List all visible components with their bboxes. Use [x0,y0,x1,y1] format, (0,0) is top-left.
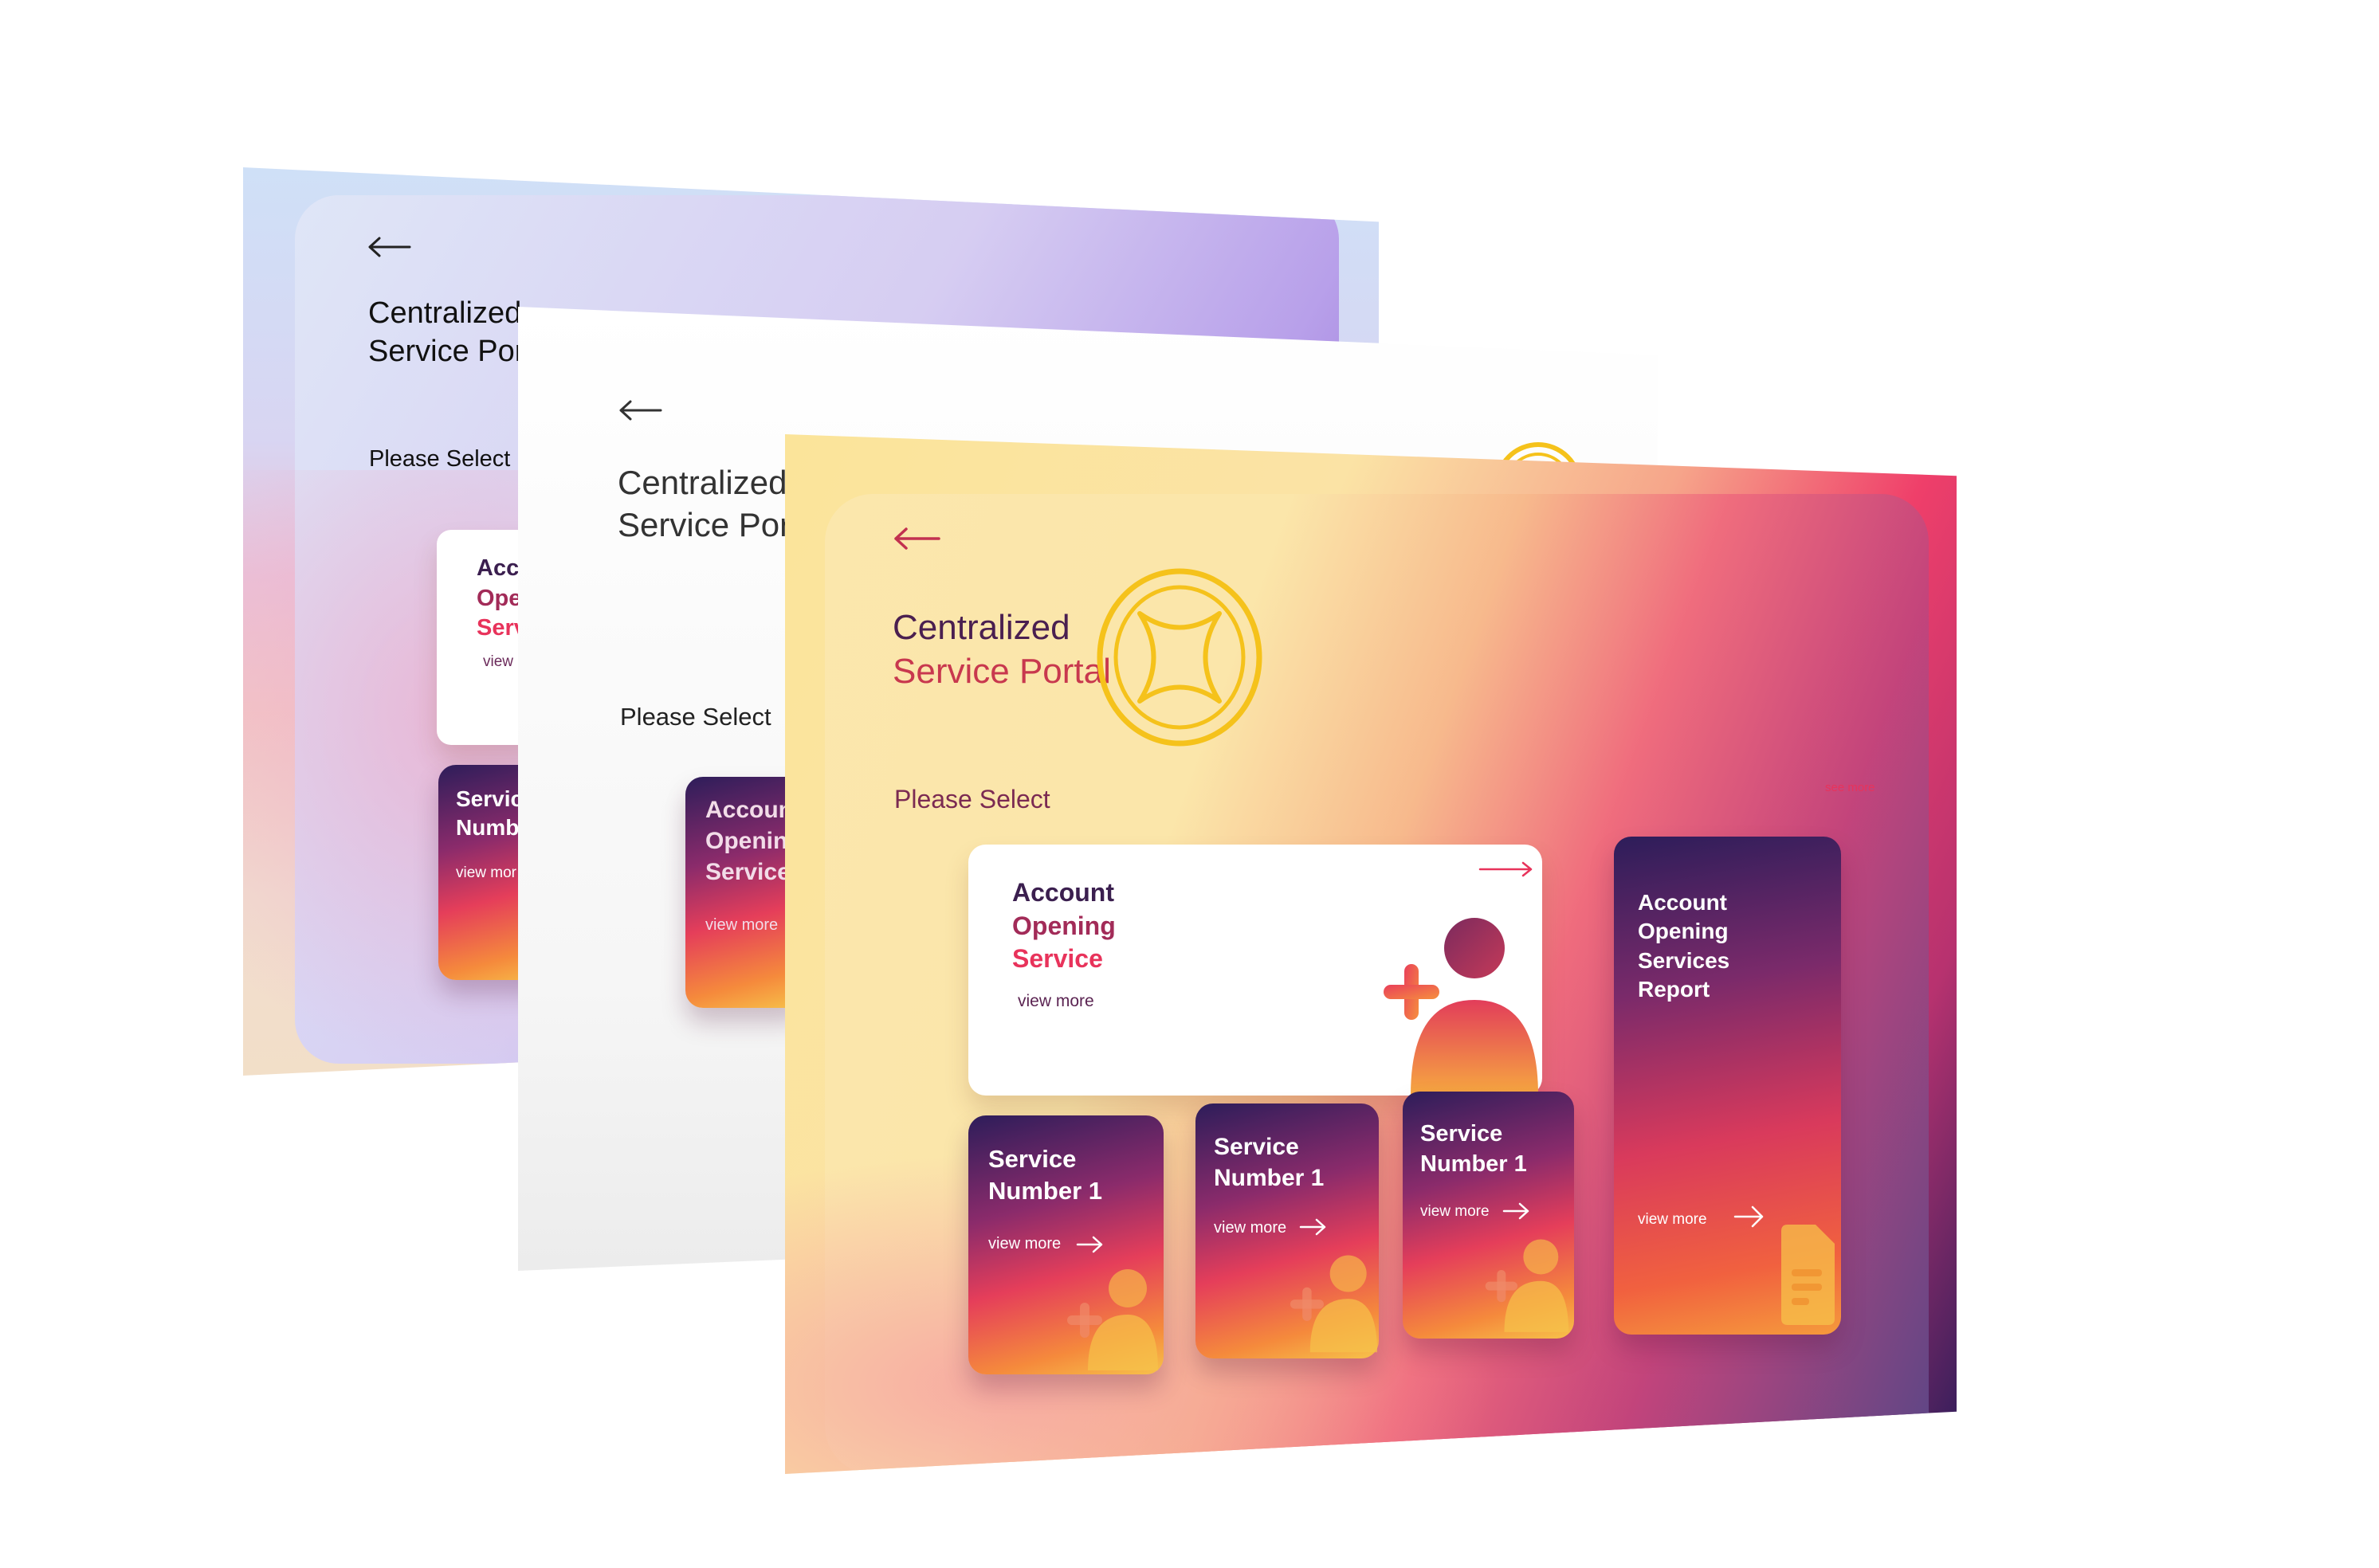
service-card[interactable]: Service Number 1 view more [968,1115,1164,1374]
card-line-2: Number 1 [988,1177,1102,1205]
page-title: Centralized Service Port [368,295,533,370]
card-line-2: Number 1 [1214,1165,1325,1191]
please-select-label: Please Select [369,446,511,472]
arrow-right-icon[interactable] [1478,860,1534,878]
card-line-1: Service [1420,1121,1503,1147]
arrow-right-icon[interactable] [1076,1235,1105,1254]
card-line-3: Service [705,859,791,885]
featured-card-title: Accoun Openin Service [705,794,793,888]
card-line-1: Accoun [705,797,794,823]
card-line-2: Numb [456,815,520,841]
view-more-link[interactable]: view more [1420,1203,1490,1221]
page-title: Centralized Service Portal [893,606,1111,693]
title-line-2: Service Port [368,334,533,368]
add-user-icon [1067,1269,1158,1370]
service-card[interactable]: Service Number 1 view more [1403,1092,1574,1339]
report-card-title: Account Opening Services Report [1638,888,1729,1005]
add-user-icon [1485,1239,1569,1332]
card-line-3: Services [1638,947,1730,973]
card-line-2: Number 1 [1420,1151,1527,1177]
card-line-1: Service [1214,1134,1299,1160]
title-line-2: Service Portal [893,652,1111,691]
view-more-link[interactable]: view more [1214,1219,1286,1237]
back-arrow-icon[interactable] [893,526,940,551]
emblem-icon [1097,568,1262,747]
card-line-4: Report [1638,977,1710,1002]
please-select-label: Please Select [894,785,1050,813]
see-more-link[interactable]: see more [1825,781,1875,794]
featured-card[interactable]: Account Opening Service view more [968,845,1542,1096]
card-line-3: Service [1012,944,1103,974]
title-line-1: Centralized [893,608,1070,647]
please-select-label: Please Select [620,703,771,731]
mockup-stage: Centralized Service Port Please Select A… [0,0,2379,1568]
card-line-2: Opening [1638,919,1729,944]
view-more-link[interactable]: view more [1018,992,1094,1011]
card-line-1: Account [1012,878,1114,907]
title-line-1: Centralized [368,296,522,330]
view-more-link[interactable]: view mor [456,864,516,882]
service-card-title: Service Number 1 [1214,1131,1324,1194]
view-more-link[interactable]: view more [705,916,778,935]
arrow-right-icon[interactable] [1299,1217,1328,1237]
view-more-link[interactable]: view [483,653,513,671]
arrow-right-icon[interactable] [1502,1201,1531,1221]
card-line-2: Opening [1012,911,1116,940]
card-line-1: Service [988,1145,1077,1173]
card-line-1: Account [1638,890,1727,915]
document-icon [1781,1225,1835,1325]
add-user-icon [1290,1255,1378,1353]
back-arrow-icon[interactable] [367,235,411,259]
front-screen: Centralized Service Portal Please Select… [785,434,1957,1474]
card-line-2: Openin [705,828,788,854]
view-more-link[interactable]: view more [1638,1211,1707,1229]
featured-card-title: Account Opening Service [1012,876,1116,976]
service-card-title: Service Number 1 [988,1143,1102,1208]
card-line-1: Servic [456,786,524,811]
service-card[interactable]: Service Number 1 view more [1195,1103,1379,1358]
back-arrow-icon[interactable] [618,398,662,422]
arrow-right-icon[interactable] [1733,1203,1765,1230]
add-user-icon [1384,918,1538,1096]
report-card[interactable]: Account Opening Services Report view mor… [1614,837,1841,1335]
service-card-title: Service Number 1 [1420,1119,1527,1179]
view-more-link[interactable]: view more [988,1235,1061,1253]
service-card-title: Servic Numb [456,785,523,843]
